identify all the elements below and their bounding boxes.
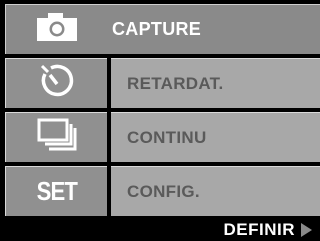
menu-item-label: CAPTURE [112,19,202,39]
menu-item-continu[interactable]: CONTINU [5,112,320,162]
menu-item-retardat[interactable]: RETARDAT. [5,58,320,108]
menu-item-label-cell: CAPTURE [112,5,320,54]
self-timer-icon [37,62,77,105]
menu-item-icon-cell [5,58,107,108]
menu-item-label-cell: CONTINU [111,112,320,162]
menu-item-icon-cell [6,5,108,54]
menu-item-label: CONTINU [127,127,207,147]
camera-menu: CAPTURE RETARDAT. CONTINU SET CONFIG. DE… [0,0,320,241]
menu-item-config[interactable]: SET CONFIG. [5,166,320,216]
menu-item-label: RETARDAT. [127,73,224,93]
menu-item-icon-cell [5,112,107,162]
menu-item-icon-cell: SET [5,166,107,216]
menu-item-label-cell: RETARDAT. [111,58,320,108]
menu-item-label-cell: CONFIG. [111,166,320,216]
camera-icon [36,12,78,47]
set-icon: SET [36,176,77,206]
menu-item-label: CONFIG. [127,181,200,201]
definir-button[interactable]: DEFINIR [224,220,296,240]
right-arrow-icon [301,222,312,237]
menu-item-capture[interactable]: CAPTURE [5,4,320,54]
footer-bar: DEFINIR [0,218,320,241]
continuous-shots-icon [37,118,77,157]
